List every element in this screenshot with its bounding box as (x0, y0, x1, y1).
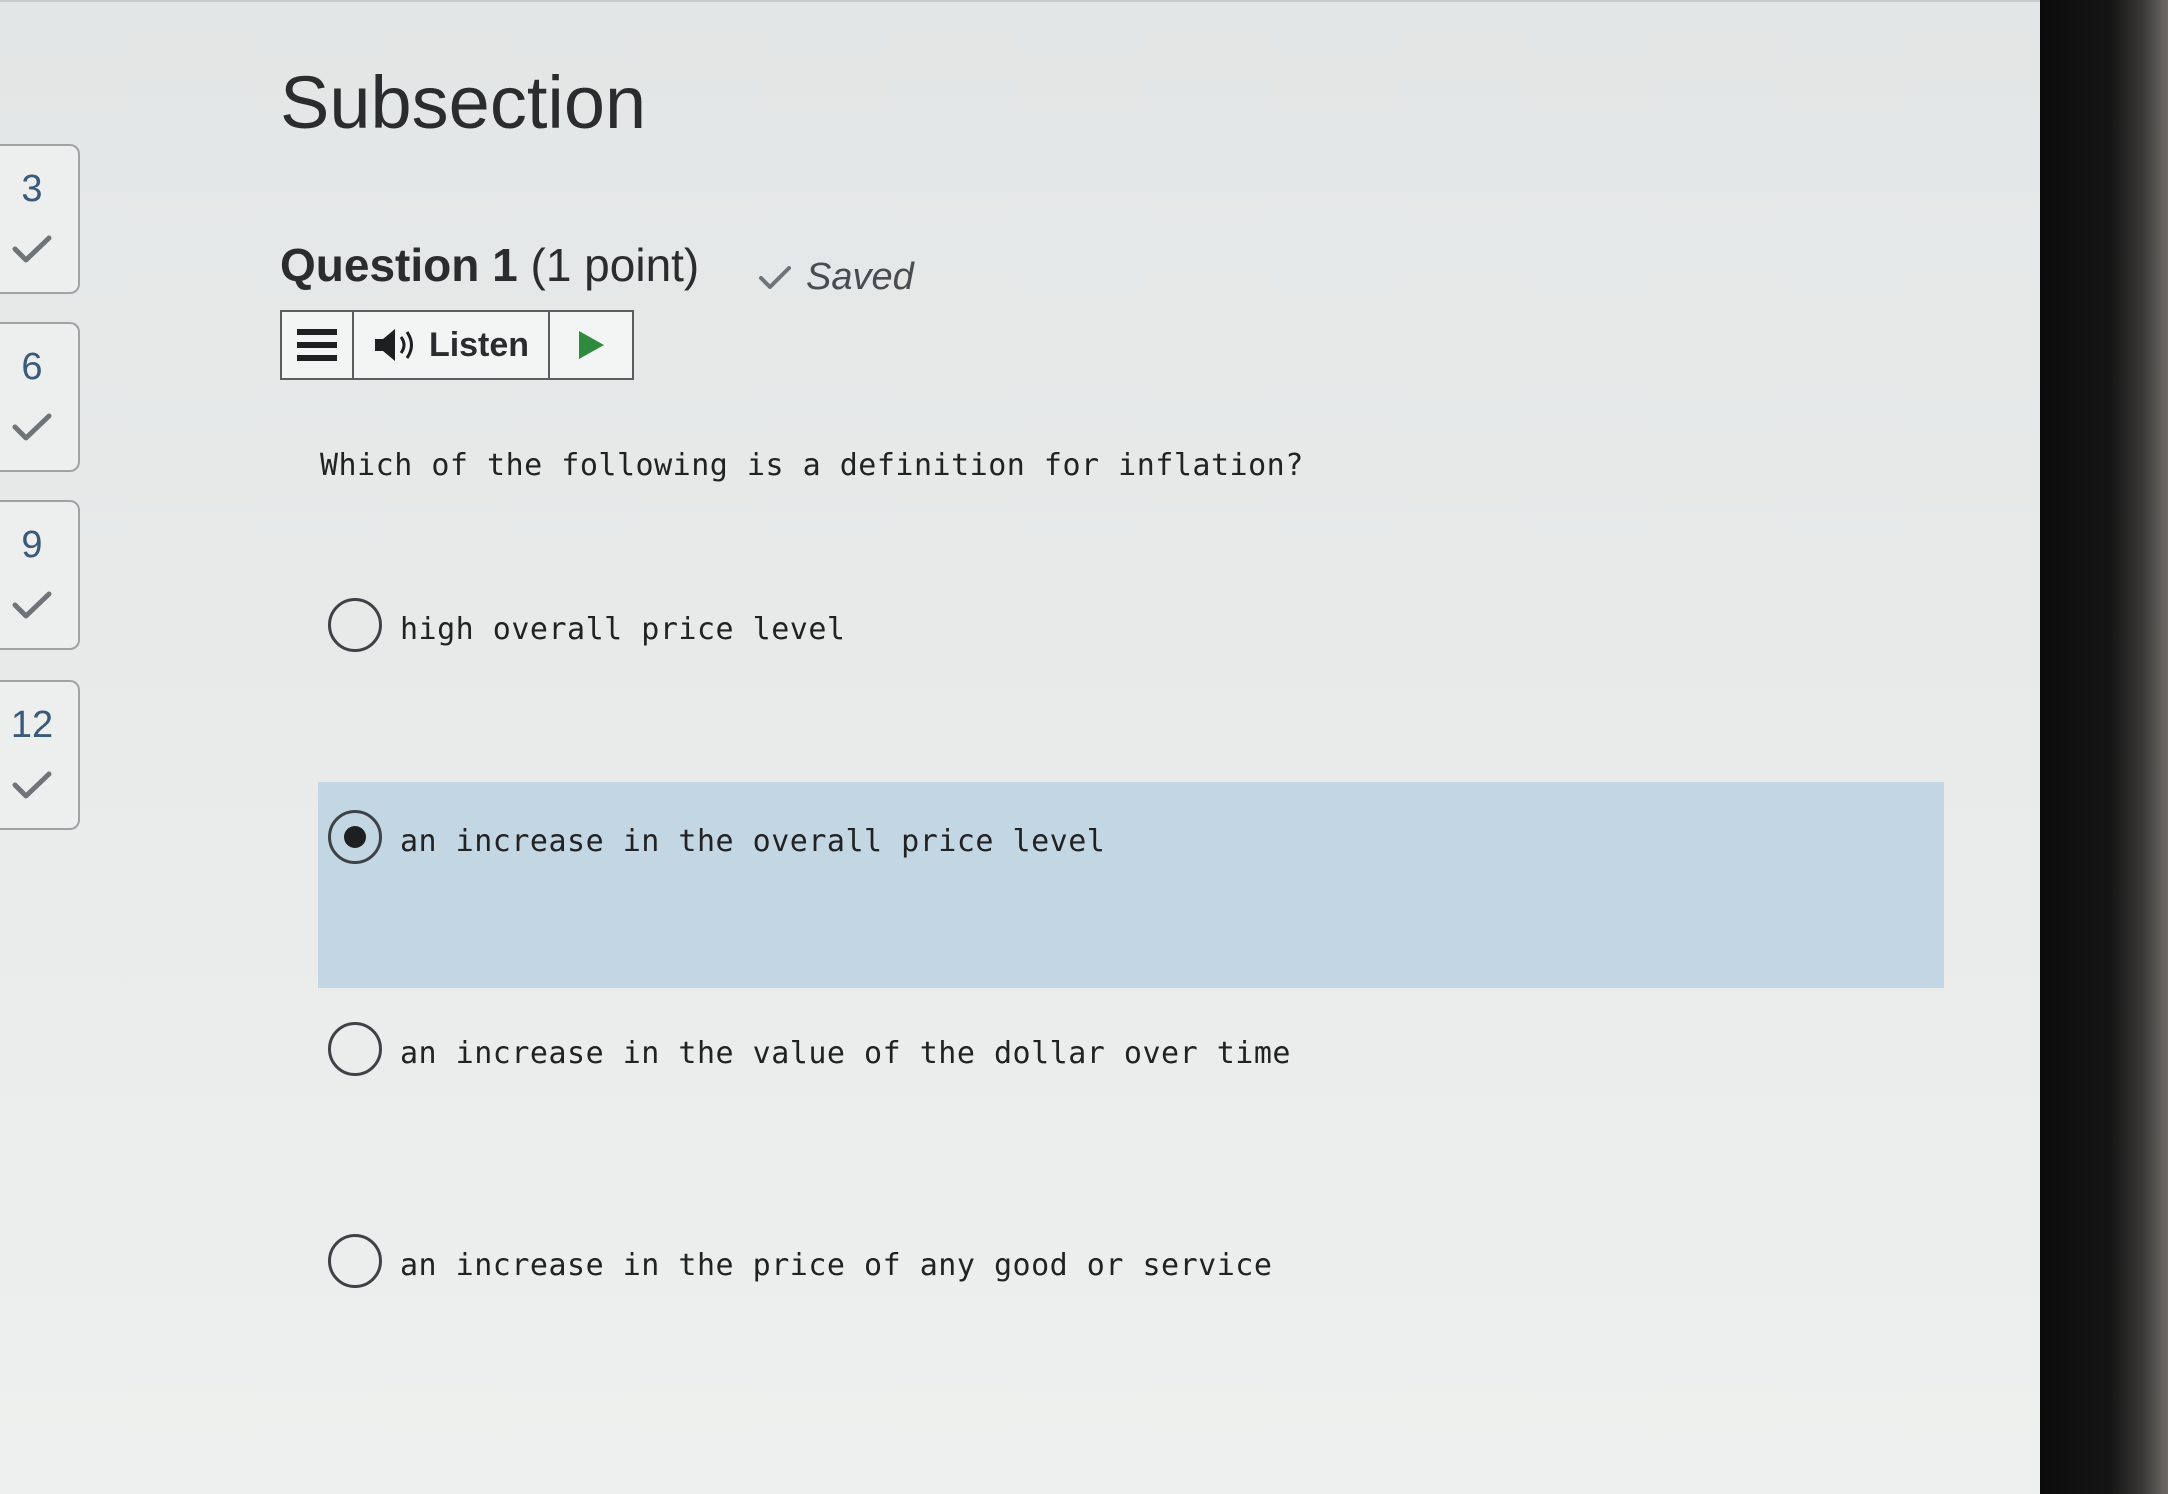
question-label: Question 1 (280, 239, 518, 291)
answer-option-selected[interactable]: an increase in the overall price level (318, 782, 1944, 988)
page-title: Subsection (280, 61, 647, 144)
question-nav-item-3[interactable]: 3 (0, 144, 80, 294)
listen-toolbar: Listen (280, 310, 634, 380)
question-nav-number: 9 (21, 524, 43, 566)
answer-option-label: an increase in the price of any good or … (400, 1248, 1273, 1283)
radio-button-selected[interactable] (328, 810, 382, 864)
question-nav-number: 6 (21, 346, 43, 388)
checkmark-icon (12, 771, 52, 799)
radio-button[interactable] (328, 598, 382, 652)
question-nav-number: 3 (21, 168, 43, 210)
checkmark-icon (759, 265, 791, 289)
hamburger-menu-icon (297, 329, 337, 361)
saved-label: Saved (806, 256, 914, 298)
listen-label: Listen (428, 325, 530, 364)
monitor-bezel (2040, 0, 2168, 1494)
checkmark-icon (12, 413, 52, 441)
listen-menu-button[interactable] (282, 312, 354, 378)
radio-button[interactable] (328, 1022, 382, 1076)
answer-option-label: an increase in the overall price level (400, 824, 1106, 859)
question-nav-number: 12 (10, 704, 54, 746)
checkmark-icon (12, 591, 52, 619)
question-nav-item-12[interactable]: 12 (0, 680, 80, 830)
answer-option[interactable]: an increase in the value of the dollar o… (318, 994, 1944, 1200)
question-points: (1 point) (530, 239, 700, 291)
question-nav-item-9[interactable]: 9 (0, 500, 80, 650)
top-divider (0, 0, 2040, 2)
saved-status: Saved (758, 256, 914, 299)
question-header: Question 1 (1 point) (280, 238, 699, 292)
checkmark-icon (12, 235, 52, 263)
answer-option-label: high overall price level (400, 612, 846, 647)
answer-option[interactable]: high overall price level (318, 570, 1944, 776)
answer-option-label: an increase in the value of the dollar o… (400, 1036, 1291, 1071)
speaker-icon (374, 329, 413, 361)
play-button[interactable] (550, 312, 632, 378)
question-prompt: Which of the following is a definition f… (320, 448, 1304, 483)
radio-dot-icon (344, 826, 366, 848)
play-icon (579, 331, 604, 359)
listen-button[interactable]: Listen (354, 312, 550, 378)
answer-option[interactable]: an increase in the price of any good or … (318, 1206, 1944, 1412)
question-nav-item-6[interactable]: 6 (0, 322, 80, 472)
radio-button[interactable] (328, 1234, 382, 1288)
quiz-screen: 3 6 9 12 Subsection Question 1 (1 point)… (0, 0, 2040, 1494)
